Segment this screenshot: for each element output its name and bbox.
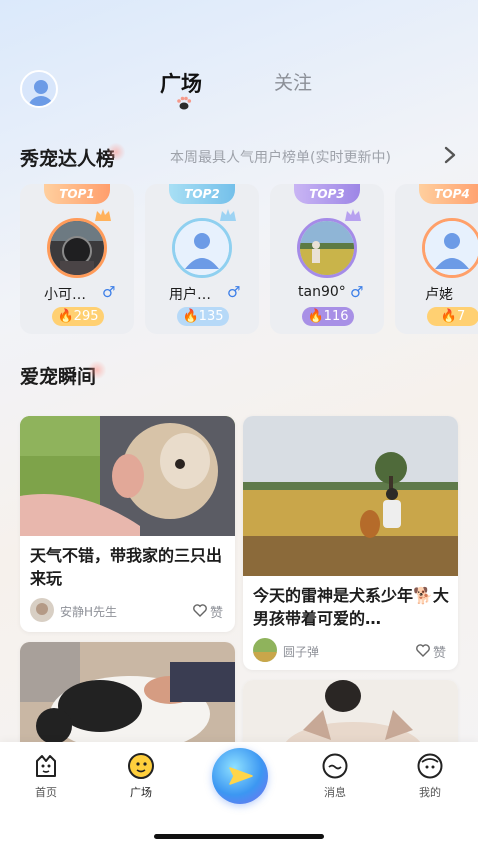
paw-icon [177,96,192,110]
publish-icon [229,767,253,785]
heat-value: 7 [456,309,466,324]
post-title: 今天的雷神是犬系少年🐕大男孩带着可爱的… [253,586,449,628]
rank-user-name: 小可… [44,287,86,303]
top-nav: 广场 关注 [0,60,478,120]
cat-crown-icon [95,209,111,221]
rank-badge: TOP3 [294,184,360,204]
cat-crown-icon [345,209,361,221]
my-avatar[interactable] [20,70,58,108]
rank-badge: TOP2 [169,184,235,204]
nav-profile[interactable]: 我的 [400,752,460,800]
cat-crown-icon [220,209,236,221]
tab-square[interactable]: 广场 [160,68,202,98]
tab-follow[interactable]: 关注 [274,68,312,95]
post-author[interactable]: 安静H先生 [60,603,117,620]
nav-square[interactable]: 广场 [111,752,171,800]
heat-badge: 🔥295 [52,307,104,326]
publish-button[interactable] [212,748,268,804]
nav-label: 广场 [130,786,152,799]
like-label[interactable]: 赞 [433,642,446,661]
male-icon: ♂ [227,283,241,301]
nav-label: 我的 [419,786,441,799]
avatar [422,218,478,278]
heat-badge: 🔥135 [177,307,229,326]
post-title: 天气不错，带我家的三只出来玩 [30,546,223,588]
ranking-subtitle[interactable]: 本周最具人气用户榜单(实时更新中) [170,147,391,167]
avatar [253,638,277,662]
ranking-card-top1[interactable]: TOP1 小可… ♂ 🔥295 [20,184,134,334]
rank-user-name: 卢姥 [425,287,453,303]
post-card[interactable]: 今天的雷神是犬系少年🐕大男孩带着可爱的… 圆子弹 赞 [243,416,458,670]
male-icon: ♂ [350,283,364,301]
heat-value: 135 [198,309,224,324]
moments-title: 爱宠瞬间 [20,360,107,389]
avatar [172,218,232,278]
post-author[interactable]: 圆子弹 [283,643,319,660]
home-indicator [154,834,324,839]
home-icon [36,755,56,777]
male-icon: ♂ [102,283,116,301]
post-card[interactable]: 天气不错，带我家的三只出来玩 安静H先生 赞 [20,416,235,632]
avatar [297,218,357,278]
rank-badge: TOP4 [419,184,478,204]
ranking-card-top4[interactable]: TOP4 卢姥 🔥7 [395,184,478,334]
nav-message[interactable]: 消息 [305,752,365,800]
rank-user-name: 用户… [169,287,211,303]
nav-label: 消息 [324,786,346,799]
ranking-title: 秀宠达人榜 [20,142,126,171]
square-icon [128,753,154,779]
avatar [47,218,107,278]
ranking-list: TOP1 小可… ♂ 🔥295 TOP2 用户… ♂ 🔥135 TOP3 tan… [20,184,478,336]
profile-icon [417,753,443,779]
post-image [20,416,235,536]
heat-badge: 🔥7 [427,307,478,326]
rank-user-name: tan90° [298,284,346,300]
message-icon [322,753,348,779]
heat-badge: 🔥116 [302,307,354,326]
nav-label: 首页 [35,786,57,799]
heart-icon[interactable] [416,644,430,657]
nav-home[interactable]: 首页 [16,752,76,800]
heart-icon[interactable] [193,604,207,617]
heat-value: 295 [73,309,99,324]
chevron-right-icon[interactable] [442,146,458,164]
post-image [243,416,458,576]
ranking-card-top3[interactable]: TOP3 tan90° ♂ 🔥116 [270,184,384,334]
heat-value: 116 [323,309,349,324]
rank-badge: TOP1 [44,184,110,204]
avatar [30,598,54,622]
like-label[interactable]: 赞 [210,602,223,621]
ranking-card-top2[interactable]: TOP2 用户… ♂ 🔥135 [145,184,259,334]
